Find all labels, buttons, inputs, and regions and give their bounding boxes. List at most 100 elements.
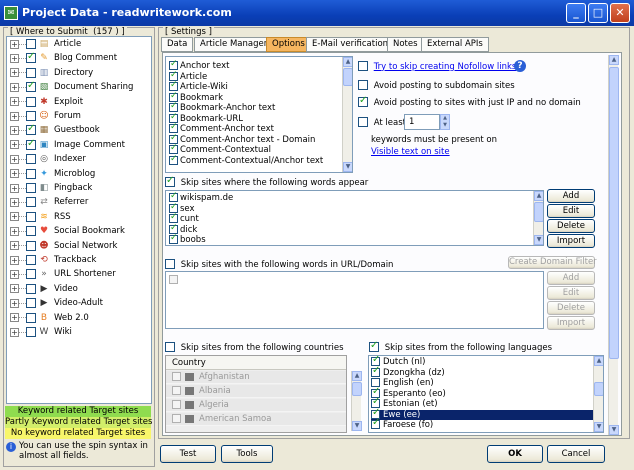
- scroll-thumb[interactable]: [609, 67, 619, 359]
- skip-words-checkbox[interactable]: [165, 175, 175, 187]
- skip-url-list[interactable]: [165, 271, 544, 329]
- skip-word-item[interactable]: boobs: [169, 233, 206, 245]
- submit-item-article[interactable]: + ▤ Article: [10, 38, 81, 52]
- cancel-button[interactable]: Cancel: [547, 445, 605, 463]
- type-list-item[interactable]: Comment-Contextual/Anchor text: [169, 154, 323, 167]
- country-table[interactable]: Country Afghanistan Albania Algeria America…: [165, 355, 347, 433]
- submit-item-trackback[interactable]: + ⟲ Trackback: [10, 254, 96, 268]
- submit-item-checkbox[interactable]: [26, 138, 36, 150]
- tab-article-manager[interactable]: Article Manager: [194, 37, 274, 52]
- language-item[interactable]: Ewe (ee): [371, 408, 593, 420]
- nofollow-link[interactable]: Try to skip creating Nofollow links: [374, 62, 517, 72]
- expand-icon[interactable]: +: [10, 140, 19, 150]
- options-scrollbar[interactable]: ▲ ▼: [608, 55, 619, 435]
- submit-item-indexer[interactable]: + ◎ Indexer: [10, 153, 86, 167]
- scroll-down-icon[interactable]: ▼: [534, 235, 543, 245]
- expand-icon[interactable]: +: [10, 269, 19, 279]
- expand-icon[interactable]: +: [10, 298, 19, 308]
- type-list-item[interactable]: Comment-Anchor text - Domain: [169, 133, 315, 146]
- submit-item-forum[interactable]: + ☺ Forum: [10, 110, 81, 124]
- type-list[interactable]: Anchor textArticleArticle-WikiBookmarkBo…: [165, 56, 353, 173]
- country-row[interactable]: Algeria: [166, 399, 346, 412]
- skip-url-add-button[interactable]: Add: [547, 271, 595, 285]
- country-row[interactable]: Albania: [166, 385, 346, 398]
- submit-item-exploit[interactable]: + ✱ Exploit: [10, 96, 83, 110]
- country-checkbox[interactable]: [172, 414, 181, 423]
- skip-countries-option[interactable]: Skip sites from the following countries: [165, 342, 344, 353]
- expand-icon[interactable]: +: [10, 241, 19, 251]
- country-row[interactable]: Afghanistan: [166, 371, 346, 384]
- skip-words-list[interactable]: wikispam.desexcuntdickboobs ▲ ▼: [165, 190, 544, 246]
- skip-countries-checkbox[interactable]: [165, 342, 175, 352]
- expand-icon[interactable]: +: [10, 183, 19, 193]
- expand-icon[interactable]: +: [10, 327, 19, 337]
- expand-icon[interactable]: +: [10, 111, 19, 121]
- submit-item-checkbox[interactable]: [26, 312, 36, 323]
- expand-icon[interactable]: +: [10, 226, 19, 236]
- avoid-subdomain-checkbox[interactable]: [358, 80, 368, 90]
- submit-item-checkbox[interactable]: [26, 226, 36, 237]
- skip-words-delete-button[interactable]: Delete: [547, 219, 595, 233]
- type-list-item[interactable]: Comment-Anchor text: [169, 122, 274, 135]
- submit-item-checkbox[interactable]: [26, 51, 36, 64]
- avoid-subdomain-option[interactable]: Avoid posting to subdomain sites: [358, 80, 515, 91]
- submit-item-video-adult[interactable]: + ▶ Video-Adult: [10, 297, 103, 311]
- language-item[interactable]: Esperanto (eo): [371, 387, 593, 400]
- language-item[interactable]: Dzongkha (dz): [371, 366, 593, 379]
- country-checkbox[interactable]: [172, 372, 181, 381]
- tab-notes[interactable]: Notes: [387, 37, 424, 52]
- scroll-down-icon[interactable]: ▼: [343, 162, 352, 172]
- type-list-scrollbar[interactable]: ▲ ▼: [342, 57, 352, 172]
- tab-e-mail-verification[interactable]: E-Mail verification: [306, 37, 395, 52]
- scroll-up-icon[interactable]: ▲: [609, 55, 619, 65]
- expand-icon[interactable]: +: [10, 197, 19, 207]
- language-item[interactable]: Estonian (et): [371, 397, 593, 410]
- skip-languages-option[interactable]: Skip sites from the following languages: [369, 340, 552, 353]
- submit-item-checkbox[interactable]: [26, 183, 36, 193]
- country-checkbox[interactable]: [172, 386, 181, 395]
- submit-item-checkbox[interactable]: [26, 269, 36, 280]
- scroll-thumb[interactable]: [534, 202, 543, 222]
- language-checkbox[interactable]: [371, 418, 380, 429]
- at-least-spinner[interactable]: ▲ ▼: [440, 114, 450, 130]
- help-icon[interactable]: ?: [514, 60, 526, 72]
- skip-url-import-button[interactable]: Import: [547, 316, 595, 330]
- type-item-checkbox[interactable]: [169, 154, 178, 165]
- scroll-down-icon[interactable]: ▼: [594, 422, 603, 432]
- submit-item-checkbox[interactable]: [26, 211, 36, 222]
- submit-item-checkbox[interactable]: [26, 255, 36, 265]
- tools-button[interactable]: Tools: [221, 445, 273, 463]
- skip-url-row-checkbox[interactable]: [169, 275, 178, 284]
- language-item[interactable]: English (en): [371, 378, 593, 389]
- scroll-up-icon[interactable]: ▲: [594, 356, 603, 366]
- expand-icon[interactable]: +: [10, 313, 19, 323]
- type-list-item[interactable]: Bookmark-URL: [169, 112, 243, 125]
- submit-item-social-bookmark[interactable]: + ♥ Social Bookmark: [10, 225, 125, 239]
- submit-item-checkbox[interactable]: [26, 80, 36, 93]
- language-scrollbar[interactable]: ▲ ▼: [593, 356, 603, 432]
- skip-words-scrollbar[interactable]: ▲ ▼: [533, 191, 543, 245]
- submit-item-image-comment[interactable]: + ▣ Image Comment: [10, 138, 125, 153]
- scroll-up-icon[interactable]: ▲: [343, 57, 352, 67]
- nofollow-option[interactable]: Try to skip creating Nofollow links: [358, 61, 516, 72]
- submit-item-checkbox[interactable]: [26, 111, 36, 121]
- expand-icon[interactable]: +: [10, 97, 19, 107]
- type-list-item[interactable]: Comment-Contextual: [169, 143, 271, 156]
- skip-word-checkbox[interactable]: [169, 233, 178, 244]
- submit-item-web-2-0[interactable]: + B Web 2.0: [10, 312, 89, 326]
- expand-icon[interactable]: +: [10, 53, 19, 63]
- at-least-input[interactable]: 1: [404, 114, 440, 130]
- at-least-checkbox[interactable]: [358, 117, 368, 127]
- expand-icon[interactable]: +: [10, 154, 19, 164]
- minimize-button[interactable]: _: [566, 3, 586, 23]
- scroll-thumb[interactable]: [594, 382, 603, 396]
- submit-item-checkbox[interactable]: [26, 240, 36, 251]
- tab-external-apis[interactable]: External APIs: [421, 37, 489, 52]
- country-column-header[interactable]: Country: [166, 356, 346, 370]
- scroll-thumb[interactable]: [352, 382, 362, 396]
- visible-text-link[interactable]: Visible text on site: [371, 147, 450, 157]
- test-button[interactable]: Test: [160, 445, 216, 463]
- submit-item-rss[interactable]: + ≋ RSS: [10, 211, 71, 225]
- country-scrollbar[interactable]: ▲ ▼: [351, 371, 362, 431]
- expand-icon[interactable]: +: [10, 169, 19, 179]
